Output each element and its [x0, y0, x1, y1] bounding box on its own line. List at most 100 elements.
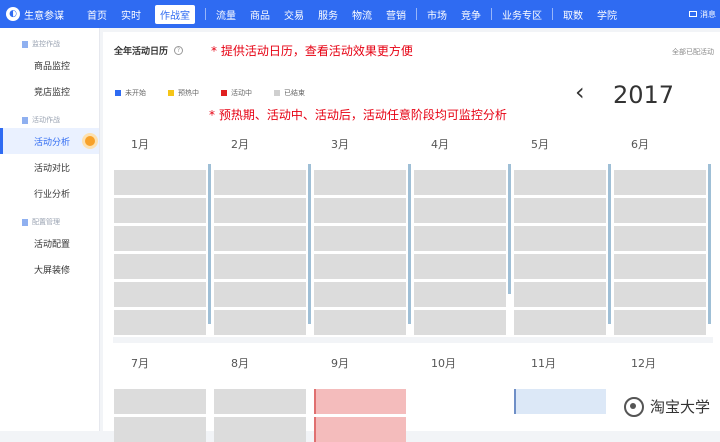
- logo[interactable]: ◐ 生意参谋: [6, 7, 80, 22]
- activity-bar[interactable]: [414, 226, 506, 251]
- activity-bar[interactable]: [514, 254, 606, 279]
- activity-bar[interactable]: [414, 170, 506, 195]
- month-column: 2月: [213, 124, 311, 337]
- nav-divider: [552, 8, 553, 20]
- top-nav-bar: ◐ 生意参谋 首页 实时 作战室 流量 商品 交易 服务 物流 营销 市场 竞争…: [0, 0, 720, 28]
- wechat-icon: [624, 397, 644, 417]
- activity-bar[interactable]: [214, 198, 306, 223]
- activity-bar[interactable]: [314, 282, 406, 307]
- activity-bar[interactable]: [514, 198, 606, 223]
- nav-logistics[interactable]: 物流: [352, 7, 372, 22]
- activity-bar[interactable]: [314, 170, 406, 195]
- activity-bar[interactable]: [114, 226, 206, 251]
- sidebar-item-competitor-monitor[interactable]: 竞店监控: [0, 78, 99, 104]
- activity-bar[interactable]: [414, 282, 506, 307]
- activity-bar[interactable]: [414, 198, 506, 223]
- activity-bar[interactable]: [214, 254, 306, 279]
- nav-transactions[interactable]: 交易: [284, 7, 304, 22]
- month-label: 10月: [413, 343, 511, 369]
- nav-home[interactable]: 首页: [87, 7, 107, 22]
- activity-bar[interactable]: [314, 389, 406, 414]
- file-icon: [22, 219, 28, 226]
- activity-bar[interactable]: [214, 226, 306, 251]
- sidebar-item-campaign-config[interactable]: 活动配置: [0, 230, 99, 256]
- nav-academy[interactable]: 学院: [597, 7, 617, 22]
- nav-traffic[interactable]: 流量: [216, 7, 236, 22]
- activity-bar[interactable]: [514, 282, 606, 307]
- nav-marketing[interactable]: 营销: [386, 7, 406, 22]
- activity-bar[interactable]: [114, 389, 206, 414]
- activity-bar[interactable]: [514, 389, 606, 414]
- nav-business-zone[interactable]: 业务专区: [502, 7, 542, 22]
- legend-label: 未开始: [125, 88, 146, 98]
- legend-item: 预热中: [168, 88, 199, 98]
- activity-bar[interactable]: [214, 389, 306, 414]
- activity-bar[interactable]: [514, 310, 606, 335]
- activity-bar[interactable]: [214, 417, 306, 442]
- sidebar-item-campaign-compare[interactable]: 活动对比: [0, 154, 99, 180]
- activity-bar[interactable]: [214, 310, 306, 335]
- nav-competition[interactable]: 竞争: [461, 7, 481, 22]
- activity-bar[interactable]: [114, 198, 206, 223]
- watermark: 淘宝大学: [620, 394, 714, 419]
- activity-bar[interactable]: [314, 310, 406, 335]
- nav-war-room[interactable]: 作战室: [155, 5, 195, 24]
- help-icon[interactable]: ?: [174, 46, 183, 55]
- legend-swatch: [115, 90, 121, 96]
- sidebar-group-label: 配置管理: [32, 217, 60, 227]
- activity-bar[interactable]: [314, 417, 406, 442]
- month-label: 8月: [213, 343, 311, 369]
- month-column: 4月: [413, 124, 511, 337]
- nav-divider: [491, 8, 492, 20]
- sidebar-item-product-monitor[interactable]: 商品监控: [0, 52, 99, 78]
- activity-bar[interactable]: [414, 254, 506, 279]
- nav-market[interactable]: 市场: [427, 7, 447, 22]
- activity-bar[interactable]: [314, 254, 406, 279]
- month-label: 9月: [313, 343, 411, 369]
- legend-item: 活动中: [221, 88, 252, 98]
- legend-label: 活动中: [231, 88, 252, 98]
- month-label: 2月: [213, 124, 311, 150]
- activity-bar[interactable]: [614, 310, 706, 335]
- activity-bar[interactable]: [114, 254, 206, 279]
- timeline-marker: [508, 164, 511, 294]
- activity-bar[interactable]: [114, 417, 206, 442]
- sidebar-item-campaign-analysis[interactable]: 活动分析: [0, 128, 99, 154]
- activity-bar[interactable]: [614, 198, 706, 223]
- nav-realtime[interactable]: 实时: [121, 7, 141, 22]
- file-icon: [22, 41, 28, 48]
- timeline-marker: [608, 164, 611, 324]
- activity-bar[interactable]: [114, 282, 206, 307]
- activity-bar[interactable]: [314, 226, 406, 251]
- activity-bar[interactable]: [214, 282, 306, 307]
- timeline-marker: [308, 164, 311, 324]
- prev-year-arrow-icon[interactable]: ‹: [575, 78, 585, 106]
- activity-bar[interactable]: [614, 226, 706, 251]
- activity-bar[interactable]: [314, 198, 406, 223]
- nav-products[interactable]: 商品: [250, 7, 270, 22]
- activity-bar[interactable]: [614, 254, 706, 279]
- activity-bar[interactable]: [614, 282, 706, 307]
- month-label: 7月: [113, 343, 211, 369]
- month-label: 1月: [113, 124, 211, 150]
- nav-divider: [416, 8, 417, 20]
- activity-bar[interactable]: [114, 170, 206, 195]
- nav-data-fetch[interactable]: 取数: [563, 7, 583, 22]
- activity-bar[interactable]: [214, 170, 306, 195]
- sidebar-item-industry-analysis[interactable]: 行业分析: [0, 180, 99, 206]
- sidebar-group-monitoring: 监控作战: [0, 36, 99, 52]
- activity-bar[interactable]: [514, 226, 606, 251]
- activity-filter-dropdown[interactable]: 全部已配活动: [672, 47, 714, 57]
- month-label: 5月: [513, 124, 611, 150]
- activity-bar[interactable]: [414, 310, 506, 335]
- activity-bar[interactable]: [514, 170, 606, 195]
- month-column: 7月: [113, 343, 211, 431]
- sidebar-item-screen-decoration[interactable]: 大屏装修: [0, 256, 99, 282]
- messages-button[interactable]: 消息: [689, 9, 716, 20]
- sidebar-group-label: 监控作战: [32, 39, 60, 49]
- activity-bar[interactable]: [614, 170, 706, 195]
- nav-service[interactable]: 服务: [318, 7, 338, 22]
- month-column: 6月: [613, 124, 711, 337]
- activity-bar[interactable]: [114, 310, 206, 335]
- sidebar-group-label: 活动作战: [32, 115, 60, 125]
